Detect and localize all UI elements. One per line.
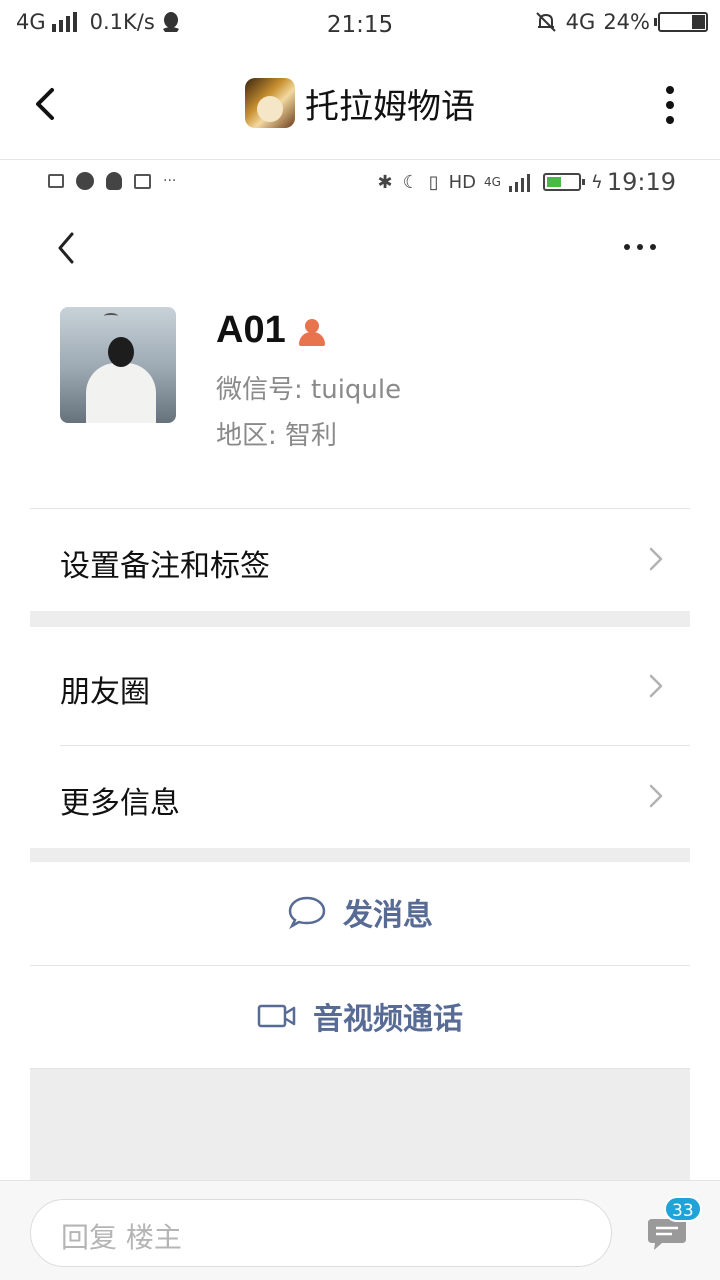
app-title-group: 托拉姆物语 xyxy=(0,78,720,128)
av-call-label: 音视频通话 xyxy=(313,1002,463,1037)
globe-icon xyxy=(76,172,94,190)
inner-back-icon[interactable] xyxy=(54,228,78,268)
bluetooth-icon: ✱ xyxy=(377,171,393,193)
network-type-right: 4G xyxy=(565,10,596,34)
status-bar: 4G 0.1K/s 21:15 4G 24% xyxy=(0,0,720,52)
menu-item-moments[interactable]: 朋友圈 xyxy=(30,627,690,745)
reply-input[interactable]: 回复 楼主 xyxy=(30,1199,612,1267)
inner-notification-icons: ··· xyxy=(48,172,176,190)
embedded-screenshot: ··· ✱ ☾ ▯ HD 4G ϟ 19:19 A01 微信号: tuiqule… xyxy=(30,160,690,1180)
reply-placeholder: 回复 楼主 xyxy=(61,1221,182,1254)
female-gender-icon xyxy=(298,319,326,347)
mute-bell-icon xyxy=(535,12,556,32)
message-icon xyxy=(134,173,151,189)
profile-name: A01 xyxy=(216,309,286,351)
wechat-id: 微信号: tuiqule xyxy=(216,375,402,405)
menu-label: 更多信息 xyxy=(60,786,180,821)
chevron-right-icon xyxy=(649,784,663,808)
menu-label: 朋友圈 xyxy=(60,675,150,710)
qq-icon xyxy=(106,172,122,190)
comment-count-badge: 33 xyxy=(664,1196,702,1222)
app-title: 托拉姆物语 xyxy=(305,86,475,127)
profile-header: A01 微信号: tuiqule 地区: 智利 xyxy=(30,305,690,475)
app-bar: 托拉姆物语 xyxy=(0,52,720,160)
inner-status-right: ✱ ☾ ▯ HD 4G ϟ 19:19 xyxy=(377,168,676,196)
battery-percent: 24% xyxy=(603,10,650,34)
send-message-button[interactable]: 发消息 xyxy=(30,862,690,962)
menu-item-remark-tags[interactable]: 设置备注和标签 xyxy=(30,509,690,609)
avatar[interactable] xyxy=(60,307,176,423)
chevron-right-icon xyxy=(649,674,663,698)
moon-icon: ☾ xyxy=(402,171,419,193)
inner-time: 19:19 xyxy=(606,168,676,196)
reply-bar: 回复 楼主 xyxy=(0,1180,720,1280)
menu-item-more-info[interactable]: 更多信息 xyxy=(30,746,690,848)
hd-label: HD xyxy=(448,171,477,193)
av-call-button[interactable]: 音视频通话 xyxy=(30,966,690,1066)
inner-nav-bar xyxy=(30,220,690,276)
send-message-label: 发消息 xyxy=(343,898,433,933)
battery-icon xyxy=(654,12,708,32)
menu-label: 设置备注和标签 xyxy=(60,549,270,584)
inner-battery-icon xyxy=(542,173,585,191)
chat-bubble-icon xyxy=(288,896,326,929)
ellipsis-icon: ··· xyxy=(163,173,177,189)
vibrate-icon: ▯ xyxy=(428,171,439,193)
inner-signal-icon xyxy=(508,172,533,192)
section-gap xyxy=(30,611,690,627)
chevron-right-icon xyxy=(649,547,663,571)
video-camera-icon xyxy=(257,1004,296,1028)
gallery-icon xyxy=(48,174,64,188)
more-menu-icon[interactable] xyxy=(664,86,676,126)
inner-more-icon[interactable] xyxy=(617,244,656,250)
status-right: 4G 24% xyxy=(534,10,708,34)
section-gap xyxy=(30,848,690,862)
inner-network: 4G xyxy=(484,175,501,189)
region: 地区: 智利 xyxy=(216,421,338,451)
bottom-gray-area xyxy=(30,1068,690,1180)
game-icon xyxy=(245,78,295,128)
inner-status-bar: ··· ✱ ☾ ▯ HD 4G ϟ 19:19 xyxy=(30,160,690,206)
charging-icon: ϟ xyxy=(590,171,603,193)
